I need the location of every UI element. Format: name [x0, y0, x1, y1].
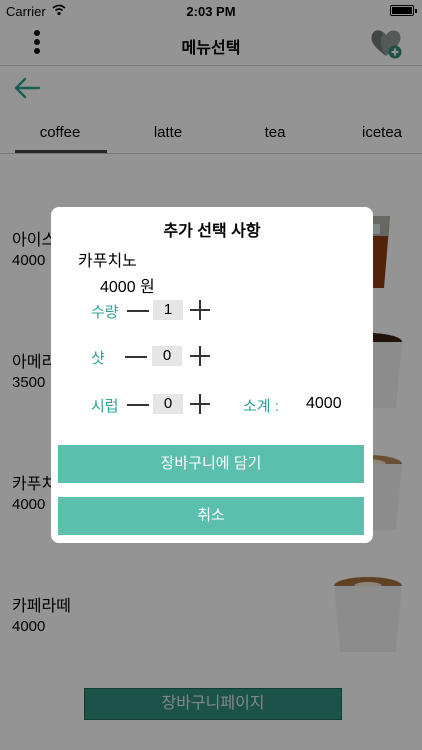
product-name: 카푸치노 — [78, 253, 137, 270]
subtotal-label: 소계 : — [243, 398, 279, 415]
quantity-label: 수량 — [91, 304, 119, 321]
quantity-increase-button[interactable] — [190, 300, 210, 320]
syrup-value: 0 — [153, 394, 183, 414]
syrup-label: 시럽 — [91, 398, 119, 415]
cancel-button[interactable]: 취소 — [58, 497, 364, 535]
syrup-increase-button[interactable] — [190, 394, 210, 414]
syrup-decrease-button[interactable] — [127, 404, 149, 406]
shot-increase-button[interactable] — [190, 346, 210, 366]
quantity-value: 1 — [153, 300, 183, 320]
shot-decrease-button[interactable] — [125, 356, 147, 358]
product-price: 4000 원 — [100, 279, 155, 296]
shot-value: 0 — [152, 346, 182, 366]
add-to-cart-button[interactable]: 장바구니에 담기 — [58, 445, 364, 483]
dialog-title: 추가 선택 사항 — [163, 223, 261, 240]
quantity-decrease-button[interactable] — [127, 310, 149, 312]
options-dialog: 추가 선택 사항 카푸치노 4000 원 수량 1 샷 0 시럽 0 소계 : … — [51, 207, 373, 543]
subtotal-value: 4000 — [306, 395, 342, 412]
shot-label: 샷 — [91, 350, 105, 367]
